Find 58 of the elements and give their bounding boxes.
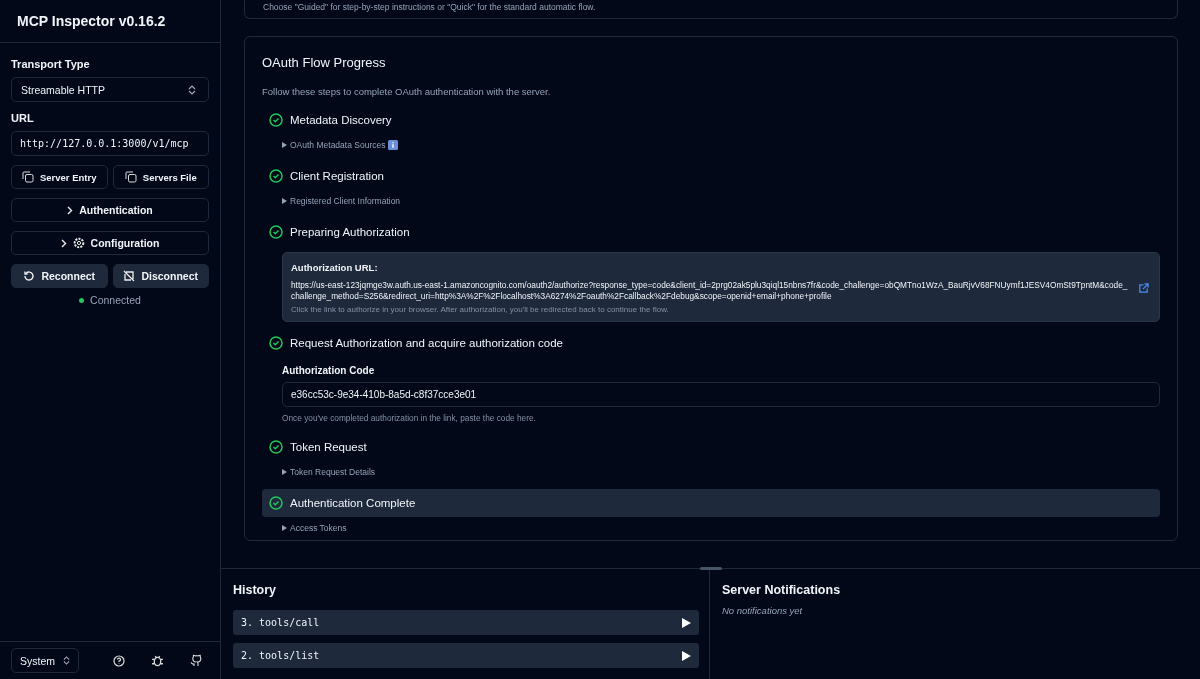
panel-hint: Click the link to authorize in your browser. After authorization, you'll be redirected back to continue the flow. bbox=[291, 305, 670, 314]
field-hint: Once you've completed authorization in the link, paste the code here. bbox=[282, 413, 537, 423]
connection-button[interactable]: Disconnect bbox=[112, 264, 209, 288]
details-toggle[interactable]: Registered Client Information bbox=[290, 196, 401, 206]
mode-note: Choose "Guided" for step-by-step instructions or "Quick" for the standard automatic flow. bbox=[263, 2, 597, 12]
bug-icon[interactable] bbox=[151, 654, 164, 667]
github-icon[interactable] bbox=[190, 654, 202, 667]
copy-button[interactable]: Server Entry bbox=[11, 165, 108, 189]
card-subtitle: Follow these steps to complete OAuth authentication with the server. bbox=[262, 86, 552, 97]
reload-icon bbox=[23, 270, 36, 282]
help-icon[interactable] bbox=[113, 654, 125, 667]
play-icon bbox=[682, 650, 691, 661]
auth-url-link[interactable]: https://us-east-123jqmge3w.auth.us-east-1.amazoncognito.com/oauth2/authorize?response_type=code&client_id=2prg02ak5plu3qiql15nbns7fr&code_challenge=obQMTno1WzA_BauRjvV68FNUymf1JESV4OmSt9TpntM&code_challenge_method=S256&redirect_uri=http%3A%2F%2Flocalhost%3A6274%2Foauth%2Fcallback%2Fdebug&scope=openid+email+phone+profile bbox=[291, 280, 1128, 302]
status-text: Connected bbox=[90, 294, 141, 306]
transport-select[interactable]: Streamable HTTP bbox=[11, 77, 209, 102]
play-icon bbox=[682, 617, 691, 628]
triangle-right-icon[interactable] bbox=[282, 142, 287, 148]
resize-handle[interactable] bbox=[699, 567, 722, 570]
app-title: MCP Inspector v0.16.2 bbox=[17, 13, 166, 29]
step-title: Authentication Complete bbox=[290, 497, 416, 509]
info-icon bbox=[388, 140, 399, 150]
field-label: Transport Type bbox=[11, 58, 91, 70]
url-field[interactable]: http://127.0.0.1:3000/v1/mcp bbox=[11, 131, 209, 156]
auth-code-field[interactable]: e36cc53c-9e34-410b-8a5d-c8f37cce3e01 bbox=[282, 382, 1160, 407]
step-title: Client Registration bbox=[290, 170, 384, 182]
step-title: Preparing Authorization bbox=[290, 226, 410, 238]
copy-button[interactable]: Servers File bbox=[112, 165, 209, 189]
step-title: Metadata Discovery bbox=[290, 114, 392, 126]
external-link-icon[interactable] bbox=[1138, 282, 1149, 294]
history-item[interactable]: 2. tools/list bbox=[233, 643, 699, 668]
empty-message: No notifications yet bbox=[722, 605, 804, 616]
chevron-updown-icon bbox=[188, 84, 196, 95]
chevron-right-icon bbox=[60, 238, 67, 248]
details-toggle[interactable]: Token Request Details bbox=[290, 467, 376, 477]
expand-button[interactable]: Configuration bbox=[11, 231, 209, 255]
connection-button[interactable]: Reconnect bbox=[11, 264, 108, 288]
triangle-right-icon[interactable] bbox=[282, 525, 287, 531]
copy-icon bbox=[124, 171, 137, 183]
settings-icon bbox=[72, 237, 85, 249]
history-item[interactable]: 3. tools/call bbox=[233, 610, 699, 635]
unplug-icon bbox=[123, 270, 136, 282]
details-toggle[interactable]: Access Tokens bbox=[290, 523, 347, 533]
theme-select[interactable]: System bbox=[11, 648, 79, 673]
triangle-right-icon[interactable] bbox=[282, 469, 287, 475]
chevron-right-icon bbox=[67, 205, 74, 215]
triangle-right-icon[interactable] bbox=[282, 198, 287, 204]
field-label: Authorization Code bbox=[282, 365, 376, 376]
details-toggle[interactable]: OAuth Metadata Sources bbox=[290, 140, 386, 150]
panel-title: Server Notifications bbox=[722, 583, 842, 597]
step-title: Request Authorization and acquire authorization code bbox=[290, 337, 563, 349]
field-label: URL bbox=[11, 112, 35, 124]
expand-button[interactable]: Authentication bbox=[11, 198, 209, 222]
step-title: Token Request bbox=[290, 441, 367, 453]
chevron-updown-icon bbox=[63, 656, 70, 665]
panel-label: Authorization URL: bbox=[291, 262, 379, 273]
card-title: OAuth Flow Progress bbox=[262, 55, 387, 70]
copy-icon bbox=[22, 171, 34, 183]
panel-title: History bbox=[233, 583, 278, 597]
